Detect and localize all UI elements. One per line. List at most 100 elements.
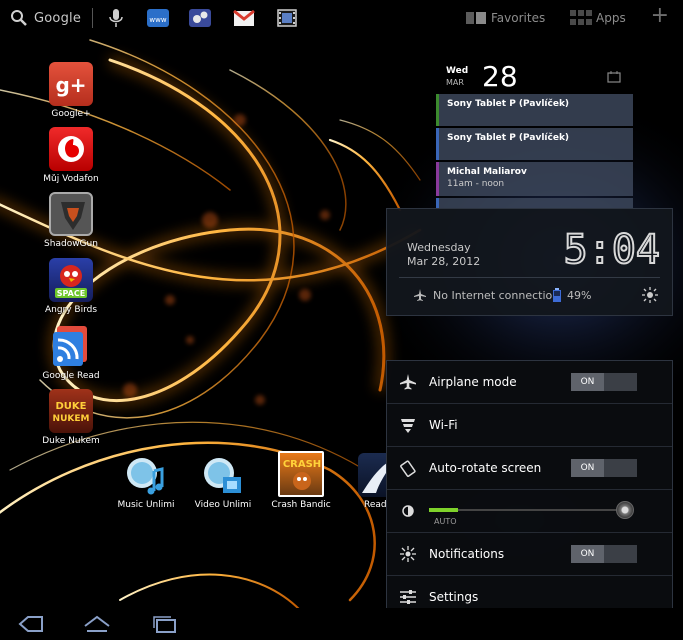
favorites-label: Favorites xyxy=(491,11,546,25)
calendar-event[interactable]: Michal Maliarov 11am - noon xyxy=(436,162,633,196)
app-video-unlimited[interactable]: Video Unlimi xyxy=(185,453,261,510)
recent-apps-icon xyxy=(153,616,176,633)
app-label: ShadowGun xyxy=(44,239,98,249)
airplane-icon xyxy=(414,289,426,301)
divider xyxy=(399,277,660,278)
top-bar: Google www Favorites Apps + xyxy=(0,0,683,36)
recent-apps-button[interactable] xyxy=(150,614,180,634)
music-unlimited-icon xyxy=(124,453,168,497)
apps-button[interactable]: Apps xyxy=(570,8,626,28)
notifications-label: Notifications xyxy=(429,547,505,561)
connection-label: No Internet connection xyxy=(433,288,560,302)
notifications-icon xyxy=(400,546,416,562)
calendar-event[interactable] xyxy=(436,198,633,208)
wifi-row[interactable]: Wi-Fi xyxy=(387,404,672,447)
calendar-event[interactable]: Sony Tablet P (Pavlíček) xyxy=(436,94,633,126)
svg-text:SPACE: SPACE xyxy=(57,289,85,298)
app-label: Google+ xyxy=(51,109,91,119)
voice-search-icon[interactable] xyxy=(104,7,128,29)
back-button[interactable] xyxy=(16,614,46,634)
status-time: 5:04 xyxy=(564,231,660,267)
calendar-event[interactable]: Sony Tablet P (Pavlíček) xyxy=(436,128,633,160)
connection-status: No Internet connection xyxy=(413,288,559,302)
apps-label: Apps xyxy=(596,11,626,25)
apps-grid-icon xyxy=(570,10,592,25)
brightness-row: AUTO xyxy=(387,490,672,533)
app-google-plus[interactable]: g+ Google+ xyxy=(33,62,109,119)
divider xyxy=(92,8,93,28)
wifi-label: Wi-Fi xyxy=(429,418,458,432)
calendar-widget[interactable]: Wed MAR 28 Sony Tablet P (Pavlíček) Sony… xyxy=(436,60,633,208)
calendar-day: 28 xyxy=(482,60,518,93)
app-vodafone[interactable]: Můj Vodafon xyxy=(33,127,109,184)
app-shadowgun[interactable]: ShadowGun xyxy=(33,192,109,249)
search-icon xyxy=(11,10,27,26)
airplane-mode-label: Airplane mode xyxy=(429,375,517,389)
brightness-slider-thumb[interactable] xyxy=(616,501,634,519)
airplane-icon xyxy=(400,374,416,390)
shadowgun-icon xyxy=(49,192,93,236)
settings-label: Settings xyxy=(429,590,479,604)
favorites-button[interactable]: Favorites xyxy=(466,8,545,28)
app-label: Music Unlimi xyxy=(117,500,175,510)
social-icon[interactable] xyxy=(188,7,212,29)
wifi-icon xyxy=(401,419,415,433)
brightness-auto-label[interactable]: AUTO xyxy=(434,517,457,526)
duke-nukem-icon: DUKE NUKEM xyxy=(49,389,93,433)
notifications-row[interactable]: Notifications ON xyxy=(387,533,672,576)
calendar-month: MAR xyxy=(446,78,464,87)
airplane-mode-toggle[interactable]: ON xyxy=(571,373,637,391)
add-widget-button[interactable]: + xyxy=(651,4,669,28)
home-button[interactable] xyxy=(82,614,112,634)
brightness-slider-track[interactable] xyxy=(429,509,625,511)
battery-label: 49% xyxy=(567,288,592,302)
battery-status: 49% xyxy=(553,288,591,302)
google-plus-icon: g+ xyxy=(49,62,93,106)
notifications-toggle[interactable]: ON xyxy=(571,545,637,563)
toggle-state: ON xyxy=(571,545,604,563)
app-crash-bandicoot[interactable]: CRASH Crash Bandic xyxy=(263,451,339,510)
app-angry-birds[interactable]: SPACE Angry Birds xyxy=(33,258,109,315)
auto-rotate-row[interactable]: Auto-rotate screen ON xyxy=(387,447,672,490)
app-music-unlimited[interactable]: Music Unlimi xyxy=(108,453,184,510)
airplane-mode-row[interactable]: Airplane mode ON xyxy=(387,361,672,404)
app-label: Můj Vodafon xyxy=(43,174,99,184)
calendar-settings-icon[interactable] xyxy=(607,70,621,84)
angry-birds-icon: SPACE xyxy=(49,258,93,302)
video-unlimited-icon xyxy=(201,453,245,497)
svg-text:DUKE: DUKE xyxy=(55,401,86,412)
battery-icon xyxy=(553,288,561,302)
auto-rotate-toggle[interactable]: ON xyxy=(571,459,637,477)
app-google-reader[interactable]: Google Read xyxy=(33,324,109,381)
gmail-icon[interactable] xyxy=(232,7,256,29)
quick-settings-panel: Airplane mode ON Wi-Fi Auto-rotate scree… xyxy=(386,360,673,622)
svg-text:CRASH: CRASH xyxy=(283,459,321,470)
status-clock: 5:04 xyxy=(563,231,661,267)
calendar-weekday: Wed xyxy=(446,66,469,76)
svg-text:g+: g+ xyxy=(55,73,86,97)
back-icon xyxy=(18,616,43,632)
toggle-state: ON xyxy=(571,373,604,391)
brightness-icon[interactable] xyxy=(642,287,658,303)
status-panel[interactable]: Wednesday Mar 28, 2012 5:04 No Internet … xyxy=(386,208,673,316)
app-duke-nukem[interactable]: DUKE NUKEM Duke Nukem xyxy=(33,389,109,446)
google-search-bar[interactable]: Google xyxy=(10,7,81,29)
video-icon[interactable] xyxy=(275,7,299,29)
app-label: Google Read xyxy=(42,371,100,381)
svg-text:NUKEM: NUKEM xyxy=(53,414,90,424)
app-label: Read xyxy=(364,500,386,510)
event-time: 11am - noon xyxy=(447,179,505,189)
status-date: Mar 28, 2012 xyxy=(407,255,481,268)
system-nav-bar xyxy=(0,608,683,640)
app-label: Crash Bandic xyxy=(271,500,331,510)
app-reader[interactable]: Read xyxy=(340,453,386,510)
google-search-label: Google xyxy=(34,10,82,26)
svg-text:www: www xyxy=(149,16,166,24)
browser-icon[interactable]: www xyxy=(146,7,170,29)
vodafone-icon xyxy=(49,127,93,171)
home-icon xyxy=(84,615,110,632)
toggle-state: ON xyxy=(571,459,604,477)
app-label: Duke Nukem xyxy=(42,436,100,446)
settings-sliders-icon xyxy=(400,590,416,604)
event-title: Michal Maliarov xyxy=(447,167,527,177)
